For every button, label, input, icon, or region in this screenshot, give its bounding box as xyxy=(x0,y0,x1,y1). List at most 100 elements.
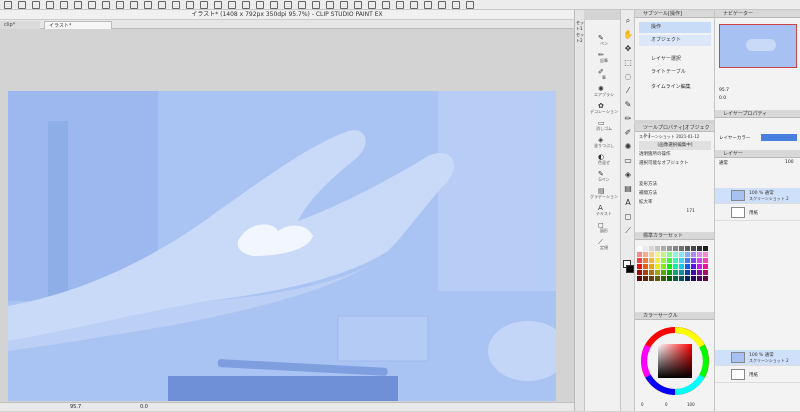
blend-mode-select[interactable]: 通常 xyxy=(719,160,728,166)
tool-button[interactable]: A テキスト xyxy=(587,204,619,216)
color-swatch[interactable] xyxy=(697,270,702,275)
color-swatch[interactable] xyxy=(685,258,690,263)
color-swatch[interactable] xyxy=(643,252,648,257)
canvas[interactable] xyxy=(8,91,556,401)
tool-button[interactable]: ✐ 筆 xyxy=(587,68,619,80)
figure-icon[interactable]: ◻ xyxy=(623,212,633,222)
color-swatch[interactable] xyxy=(655,270,660,275)
color-swatch[interactable] xyxy=(643,258,648,263)
color-swatch[interactable] xyxy=(661,246,666,251)
new-icon[interactable] xyxy=(312,1,320,9)
color-swatch[interactable] xyxy=(703,258,708,263)
color-swatch[interactable] xyxy=(679,264,684,269)
tool-button[interactable]: ▭ 消しゴム xyxy=(587,119,619,131)
zoom-icon[interactable]: ⌕ xyxy=(623,16,633,26)
move-icon[interactable]: ✥ xyxy=(623,44,633,54)
tool-button[interactable]: ◈ 塗りつぶし xyxy=(587,136,619,148)
color-swatch[interactable] xyxy=(637,246,642,251)
tool-button[interactable]: ✎ ペン xyxy=(587,34,619,46)
navigator-zoom[interactable]: 95.7 xyxy=(719,88,729,93)
color-swatch[interactable] xyxy=(643,246,648,251)
redo-icon[interactable] xyxy=(368,1,376,9)
color-swatch[interactable] xyxy=(637,258,642,263)
color-swatch[interactable] xyxy=(655,276,660,281)
color-swatch[interactable] xyxy=(655,246,660,251)
set-1[interactable]: セット1 xyxy=(576,20,584,32)
open-icon[interactable] xyxy=(326,1,334,9)
clear-icon[interactable] xyxy=(270,1,278,9)
undo-icon[interactable] xyxy=(354,1,362,9)
color-swatch[interactable] xyxy=(661,258,666,263)
transform-icon[interactable] xyxy=(102,1,110,9)
redo-icon[interactable] xyxy=(60,1,68,9)
fill-icon[interactable] xyxy=(284,1,292,9)
color-swatch[interactable] xyxy=(643,276,648,281)
scale-value[interactable]: 171 xyxy=(675,207,695,216)
color-swatch[interactable] xyxy=(637,276,642,281)
new-icon[interactable] xyxy=(4,1,12,9)
color-swatch[interactable] xyxy=(661,276,666,281)
undo-icon[interactable] xyxy=(46,1,54,9)
color-swatch[interactable] xyxy=(679,258,684,263)
tool-button[interactable]: ⟋ 定規 xyxy=(587,238,619,250)
subtool-item-lighttable[interactable]: ライトテーブル xyxy=(639,67,711,78)
color-swatch[interactable] xyxy=(655,264,660,269)
color-swatch[interactable] xyxy=(685,276,690,281)
fill-icon[interactable]: ◈ xyxy=(623,170,633,180)
clear-icon[interactable] xyxy=(424,1,432,9)
color-swatch[interactable] xyxy=(655,252,660,257)
color-swatch[interactable] xyxy=(679,246,684,251)
set-2[interactable]: セット2 xyxy=(576,32,584,44)
tool-button[interactable]: ◐ 色混ぜ xyxy=(587,153,619,165)
canvas-area[interactable] xyxy=(0,29,574,402)
select-icon[interactable]: ⬚ xyxy=(623,58,633,68)
color-swatch[interactable] xyxy=(691,276,696,281)
copy-icon[interactable] xyxy=(74,1,82,9)
settings-icon[interactable] xyxy=(144,1,152,9)
color-swatch[interactable] xyxy=(643,270,648,275)
copy-icon[interactable] xyxy=(228,1,236,9)
color-swatch[interactable] xyxy=(703,270,708,275)
color-swatch[interactable] xyxy=(661,264,666,269)
color-swatch[interactable] xyxy=(649,264,654,269)
color-swatch[interactable] xyxy=(667,252,672,257)
tool-button[interactable]: ✏ 鉛筆 xyxy=(587,51,619,63)
color-swatch[interactable] xyxy=(697,276,702,281)
eyedropper-icon[interactable]: ⁄ xyxy=(623,86,633,96)
color-swatch[interactable] xyxy=(637,252,642,257)
color-swatch[interactable] xyxy=(673,246,678,251)
color-swatch[interactable] xyxy=(655,258,660,263)
paste-icon[interactable] xyxy=(88,1,96,9)
navigator-rotation[interactable]: 0.0 xyxy=(719,96,726,101)
redo-icon[interactable] xyxy=(214,1,222,9)
color-swatch[interactable] xyxy=(691,258,696,263)
color-swatch[interactable] xyxy=(685,270,690,275)
text-icon[interactable]: A xyxy=(623,198,633,208)
color-swatch[interactable] xyxy=(685,246,690,251)
tool-button[interactable]: ✿ デコレーション xyxy=(587,102,619,114)
color-swatch[interactable] xyxy=(685,252,690,257)
pen-icon[interactable]: ✎ xyxy=(623,100,633,110)
color-swatch[interactable] xyxy=(667,258,672,263)
color-swatch[interactable] xyxy=(643,264,648,269)
color-swatch[interactable] xyxy=(673,252,678,257)
settings-icon[interactable] xyxy=(452,1,460,9)
prop-transparent[interactable]: 透明箇所の操作 xyxy=(639,150,711,159)
color-swatch[interactable] xyxy=(691,246,696,251)
save-icon[interactable] xyxy=(32,1,40,9)
gradient-icon[interactable]: ▤ xyxy=(623,184,633,194)
color-swatch[interactable] xyxy=(691,270,696,275)
color-wheel[interactable] xyxy=(640,326,710,396)
color-swatch[interactable] xyxy=(667,276,672,281)
subtool-item-timeline[interactable]: タイムライン編集 xyxy=(639,82,711,93)
copy-icon[interactable] xyxy=(382,1,390,9)
color-swatch[interactable] xyxy=(649,246,654,251)
color-swatch[interactable] xyxy=(661,270,666,275)
subtool-item-object[interactable]: オブジェクト xyxy=(639,35,711,46)
color-swatch[interactable] xyxy=(667,264,672,269)
open-icon[interactable] xyxy=(172,1,180,9)
color-swatch[interactable] xyxy=(697,258,702,263)
color-swatch[interactable] xyxy=(703,252,708,257)
open-icon[interactable] xyxy=(18,1,26,9)
brush-icon[interactable]: ✐ xyxy=(623,128,633,138)
